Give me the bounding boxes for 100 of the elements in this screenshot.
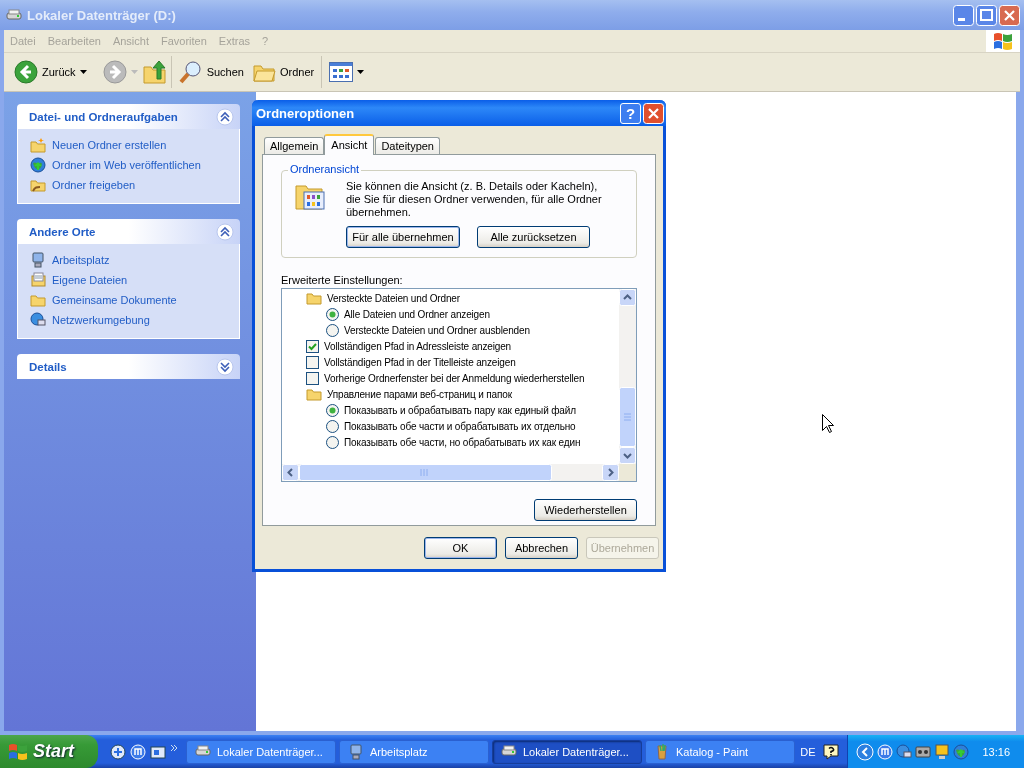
dropdown-arrow-icon: [130, 70, 138, 74]
scroll-left-button[interactable]: [282, 464, 299, 481]
reset-button[interactable]: Alle zurücksetzen: [477, 226, 590, 248]
close-button[interactable]: [999, 4, 1020, 26]
expand-icon[interactable]: [216, 357, 234, 376]
panel-header[interactable]: Andere Orte: [17, 219, 240, 244]
documents-folder-icon: [30, 272, 46, 288]
media-icon[interactable]: [150, 743, 166, 760]
tape-icon[interactable]: [915, 743, 932, 760]
radio-button[interactable]: [326, 419, 339, 433]
settings-list[interactable]: [281, 288, 637, 482]
radio-button[interactable]: [326, 435, 339, 449]
task-link[interactable]: Ordner freigeben: [52, 179, 136, 191]
folder-up-button[interactable]: [141, 59, 168, 85]
panel-header[interactable]: Details: [17, 354, 240, 379]
taskbar-button[interactable]: Katalog - Paint: [645, 739, 795, 764]
search-button[interactable]: Suchen: [174, 58, 248, 86]
apply-button[interactable]: Für alle übernehmen: [346, 226, 460, 248]
radio-button[interactable]: [326, 307, 339, 321]
setting-label: Показывать обе части, но обрабатывать их как един: [344, 436, 581, 448]
task-link[interactable]: Neuen Ordner erstellen: [52, 139, 167, 151]
app-icon[interactable]: [130, 743, 146, 760]
more-icon[interactable]: [170, 743, 178, 752]
globe-icon: [30, 157, 46, 173]
panel-title: Details: [29, 360, 67, 373]
collapse-icon[interactable]: [216, 222, 234, 241]
setting-label: Versteckte Dateien und Ordner ausblenden: [344, 324, 530, 336]
scroll-up-button[interactable]: [619, 289, 636, 306]
network-icon[interactable]: [896, 743, 913, 760]
scroll-right-button[interactable]: [602, 464, 619, 481]
task-link[interactable]: Eigene Dateien: [52, 274, 128, 286]
panel-title: Andere Orte: [29, 225, 96, 238]
checkbox[interactable]: [306, 355, 319, 369]
search-icon: [178, 60, 203, 84]
help-icon[interactable]: [823, 743, 840, 760]
clock: 13:16: [982, 745, 1010, 758]
panel-title: Datei- und Ordneraufgaben: [29, 110, 178, 123]
shared-folder-icon: [30, 177, 46, 193]
windows-logo-icon: [8, 742, 28, 761]
group-title: Ordneransicht: [288, 163, 362, 175]
tab[interactable]: Allgemein: [264, 137, 325, 154]
globe-icon[interactable]: [953, 743, 970, 760]
scroll-thumb[interactable]: [299, 464, 552, 481]
help-button[interactable]: ?: [620, 102, 641, 124]
task-link[interactable]: Arbeitsplatz: [52, 254, 110, 266]
setting-label: Versteckte Dateien und Ordner: [327, 292, 460, 304]
window-title: Lokaler Datenträger (D:): [27, 7, 177, 23]
taskbar-button[interactable]: Lokaler Datenträger...: [492, 739, 642, 764]
language-indicator[interactable]: DE: [800, 745, 816, 758]
start-button[interactable]: Start: [0, 735, 98, 768]
network-icon: [30, 312, 46, 328]
task-link[interactable]: Netzwerkumgebung: [52, 314, 150, 326]
scroll-down-button[interactable]: [619, 447, 636, 464]
computer-icon: [348, 743, 364, 760]
taskbar-button[interactable]: Arbeitsplatz: [339, 739, 489, 764]
browser-icon[interactable]: [110, 743, 126, 760]
close-button[interactable]: [643, 102, 664, 124]
setting-label: Управление парами веб-страниц и папок: [327, 388, 512, 400]
mouse-cursor-icon: [822, 414, 834, 433]
folder-icon: [306, 387, 322, 401]
setting-label: Alle Dateien und Ordner anzeigen: [344, 308, 490, 320]
setting-label: Vollständigen Pfad in der Titelleiste anzeigen: [324, 356, 516, 368]
app-icon[interactable]: [877, 743, 894, 760]
collapse-icon[interactable]: [216, 107, 234, 126]
ok-button[interactable]: OK: [424, 537, 497, 559]
forward-button[interactable]: [102, 60, 127, 84]
tab[interactable]: Dateitypen: [375, 137, 440, 154]
folders-button[interactable]: Ordner: [247, 59, 319, 85]
folder-icon: [306, 291, 322, 305]
grid-icon: [329, 62, 354, 82]
tab[interactable]: Ansicht: [324, 134, 375, 155]
restore-defaults-button[interactable]: Wiederherstellen: [534, 499, 637, 521]
back-button[interactable]: Zurück: [10, 58, 91, 86]
checkbox[interactable]: [306, 371, 319, 385]
radio-button[interactable]: [326, 403, 339, 417]
dropdown-arrow-icon: [79, 70, 87, 74]
monitor-icon[interactable]: [934, 743, 951, 760]
setting-label: Показывать и обрабатывать пару как единый файл: [344, 404, 576, 416]
drive-icon: [6, 8, 22, 22]
paint-icon: [654, 743, 670, 760]
dropdown-arrow-icon: [357, 70, 365, 74]
setting-label: Vorherige Ordnerfenster bei der Anmeldung wiederherstellen: [324, 372, 585, 384]
section-label: Erweiterte Einstellungen:: [281, 274, 404, 286]
minimize-button[interactable]: [953, 4, 974, 26]
taskbar-button[interactable]: Lokaler Datenträger...: [186, 739, 336, 764]
setting-label: Vollständigen Pfad in Adressleiste anzeigen: [324, 340, 512, 352]
maximize-button[interactable]: [976, 4, 997, 26]
radio-button[interactable]: [326, 323, 339, 337]
computer-icon: [30, 252, 46, 268]
checkbox[interactable]: [306, 339, 319, 353]
description-text: Sie können die Ansicht (z. B. Details oder Kacheln), die Sie für diesen Ordner verwenden, für alle Ordner übernehmen.: [346, 180, 603, 219]
scroll-thumb[interactable]: [619, 387, 636, 447]
folder-icon: [30, 292, 46, 308]
task-link[interactable]: Gemeinsame Dokumente: [52, 294, 177, 306]
cancel-button[interactable]: Abbrechen: [505, 537, 578, 559]
task-link[interactable]: Ordner im Web veröffentlichen: [52, 159, 201, 171]
dialog-title: Ordneroptionen: [256, 105, 356, 121]
new-folder-icon: [30, 137, 46, 153]
panel-header[interactable]: Datei- und Ordneraufgaben: [17, 104, 240, 129]
show-icons-button[interactable]: [856, 742, 875, 761]
